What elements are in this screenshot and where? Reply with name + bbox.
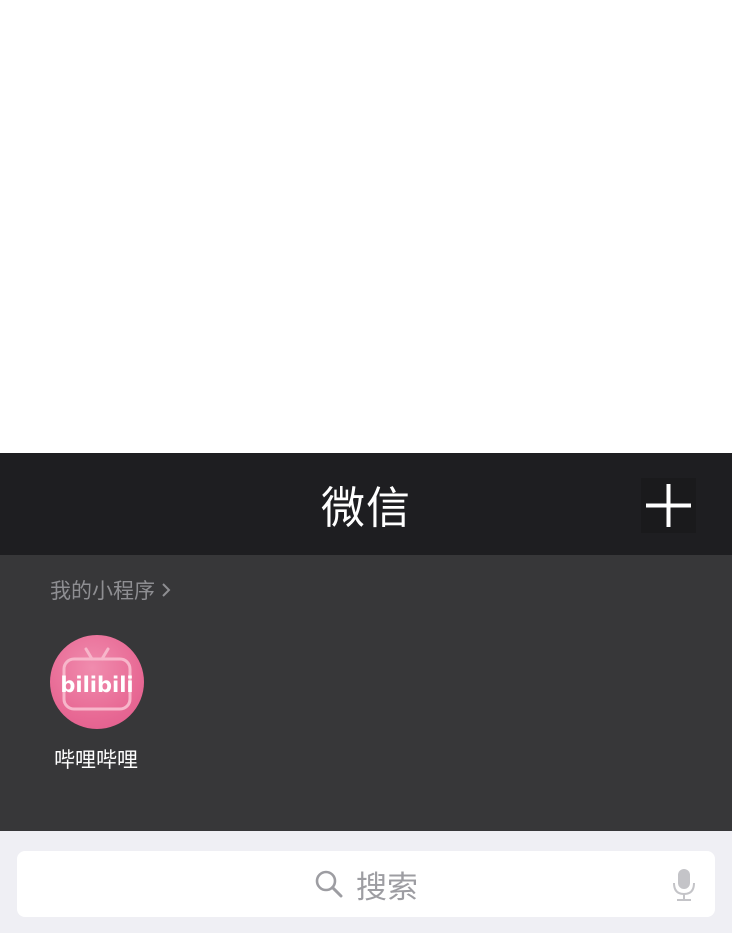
mic-icon[interactable] <box>670 867 698 903</box>
section-title: 我的小程序 <box>50 579 155 603</box>
my-miniprograms-link[interactable]: 我的小程序 <box>50 576 171 604</box>
mini-program-item-bilibili[interactable]: bilibili 哔哩哔哩 <box>46 632 146 778</box>
page-title: 微信 <box>321 483 411 534</box>
add-button[interactable] <box>641 478 696 533</box>
chevron-right-icon <box>162 583 171 597</box>
bilibili-icon: bilibili <box>50 635 144 729</box>
search-icon <box>315 870 343 898</box>
navigation-bar: 微信 <box>0 453 732 555</box>
search-placeholder: 搜索 <box>356 869 418 906</box>
plus-icon <box>646 484 691 527</box>
screen-edge <box>732 0 753 933</box>
blank-content-area <box>0 0 732 453</box>
app-label: 哔哩哔哩 <box>54 748 138 772</box>
bilibili-logo-text: bilibili <box>60 673 133 697</box>
search-input[interactable]: 搜索 <box>17 851 715 917</box>
